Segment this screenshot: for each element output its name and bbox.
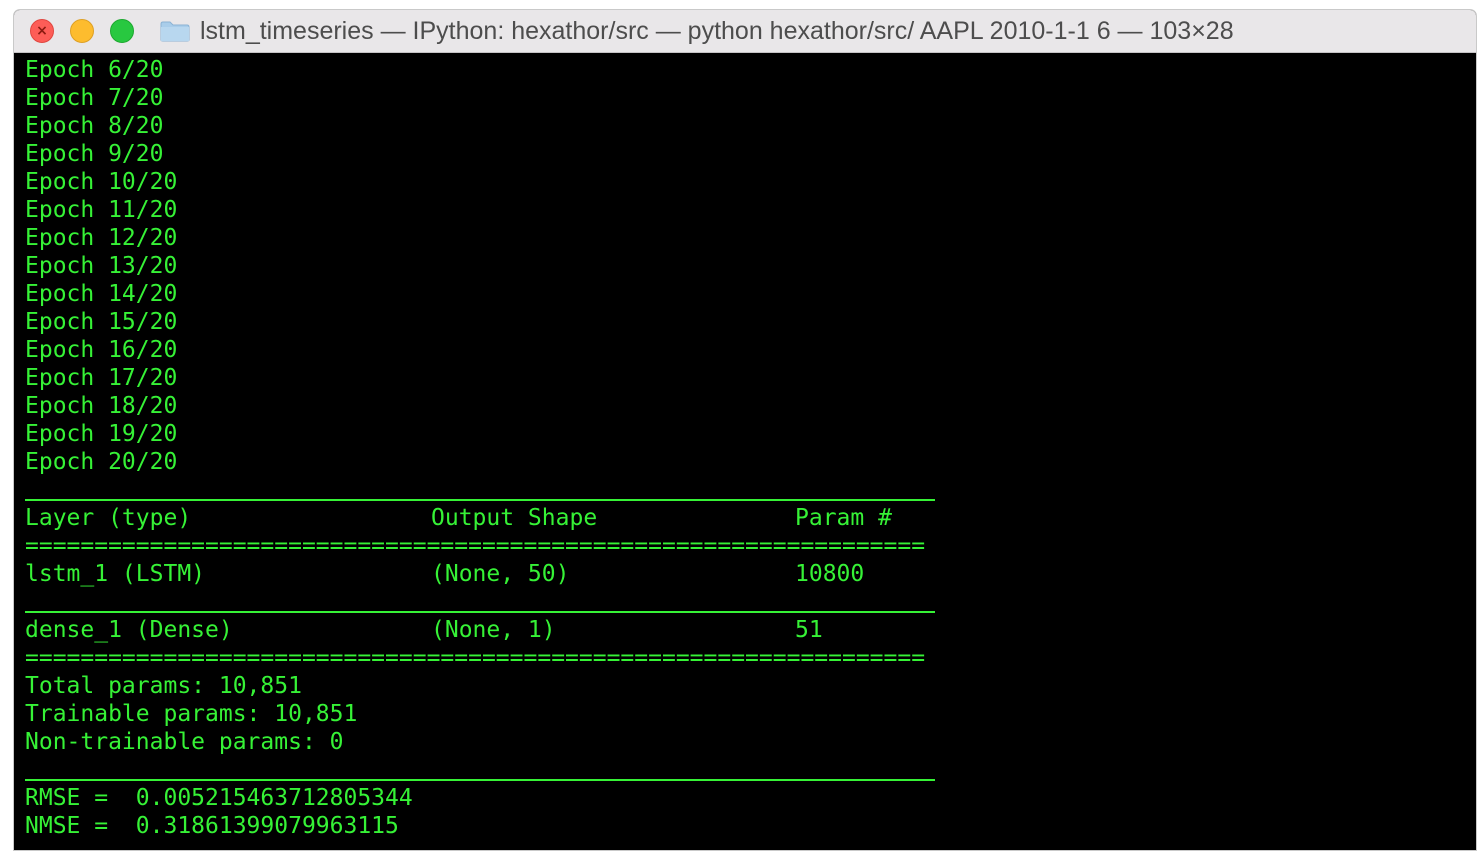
epoch-line: Epoch 11/20 — [25, 197, 178, 223]
maximize-button[interactable] — [110, 19, 134, 43]
total-params: Total params: 10,851 — [25, 673, 302, 699]
epoch-line: Epoch 16/20 — [25, 337, 178, 363]
summary-top-rule — [25, 499, 935, 501]
header-output-shape: Output Shape — [431, 505, 598, 531]
summary-row-rule — [25, 611, 935, 613]
terminal-window: × lstm_timeseries — IPython: hexathor/sr… — [14, 10, 1476, 850]
epoch-line: Epoch 19/20 — [25, 421, 178, 447]
epoch-line: Epoch 17/20 — [25, 365, 178, 391]
header-param-count: Param # — [795, 505, 892, 531]
minimize-button[interactable] — [70, 19, 94, 43]
row-dense-layer: dense_1 (Dense) — [25, 617, 233, 643]
non-trainable-params: Non-trainable params: 0 — [25, 729, 344, 755]
close-button[interactable]: × — [30, 19, 54, 43]
row-dense-shape: (None, 1) — [431, 617, 556, 643]
epoch-line: Epoch 14/20 — [25, 281, 178, 307]
epoch-line: Epoch 8/20 — [25, 113, 164, 139]
row-lstm-shape: (None, 50) — [431, 561, 570, 587]
terminal-output[interactable]: Epoch 6/20 Epoch 7/20 Epoch 8/20 Epoch 9/20… — [14, 53, 1476, 850]
title-bar[interactable]: × lstm_timeseries — IPython: hexathor/sr… — [14, 10, 1476, 53]
epoch-line: Epoch 7/20 — [25, 85, 164, 111]
epoch-line: Epoch 12/20 — [25, 225, 178, 251]
window-title: lstm_timeseries — IPython: hexathor/src … — [200, 17, 1234, 45]
metrics-rule — [25, 779, 935, 781]
row-lstm-params: 10800 — [795, 561, 865, 587]
summary-bottom-double-rule: ========================================… — [25, 645, 926, 671]
close-icon: × — [36, 23, 48, 39]
epoch-line: Epoch 20/20 — [25, 449, 178, 475]
header-layer-type: Layer (type) — [25, 505, 192, 531]
nmse-result: NMSE = 0.31861399079963115 — [25, 813, 399, 839]
trainable-params: Trainable params: 10,851 — [25, 701, 358, 727]
epoch-line: Epoch 13/20 — [25, 253, 178, 279]
epoch-line: Epoch 10/20 — [25, 169, 178, 195]
row-dense-params: 51 — [795, 617, 823, 643]
epoch-line: Epoch 15/20 — [25, 309, 178, 335]
rmse-result: RMSE = 0.005215463712805344 — [25, 785, 413, 811]
epoch-line: Epoch 6/20 — [25, 57, 164, 83]
row-lstm-layer: lstm_1 (LSTM) — [25, 561, 206, 587]
epoch-line: Epoch 18/20 — [25, 393, 178, 419]
epoch-line: Epoch 9/20 — [25, 141, 164, 167]
summary-double-rule: ========================================… — [25, 533, 926, 559]
folder-icon — [160, 21, 190, 42]
